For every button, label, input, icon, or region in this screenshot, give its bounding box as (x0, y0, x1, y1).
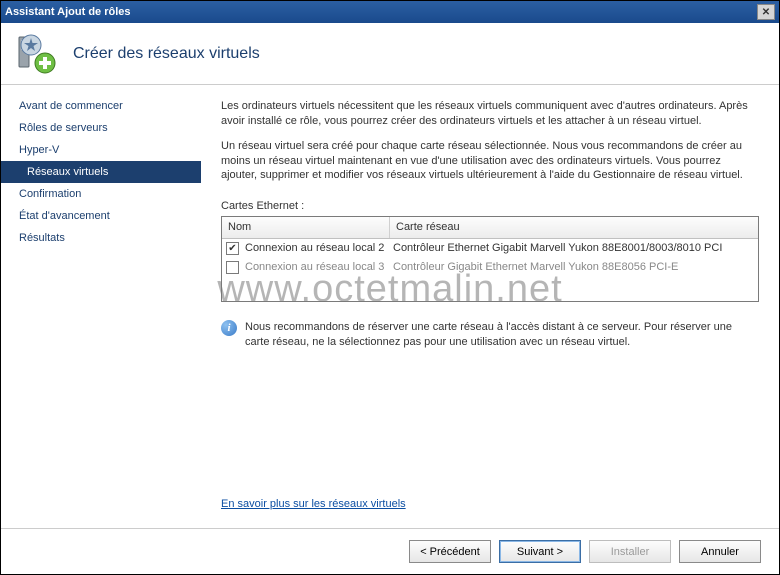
install-button: Installer (589, 540, 671, 563)
info-icon: i (221, 320, 237, 336)
titlebar[interactable]: Assistant Ajout de rôles ✕ (1, 1, 779, 23)
ethernet-cards-label: Cartes Ethernet : (221, 199, 759, 214)
nic-name: Connexion au réseau local 2 (245, 241, 393, 256)
page-title: Créer des réseaux virtuels (73, 45, 260, 63)
wizard-footer: < Précédent Suivant > Installer Annuler (1, 528, 779, 574)
table-row[interactable]: Connexion au réseau local 3 Contrôleur G… (222, 258, 758, 277)
nic-card: Contrôleur Ethernet Gigabit Marvell Yuko… (393, 241, 754, 256)
sidebar-item-server-roles[interactable]: Rôles de serveurs (1, 117, 201, 139)
sidebar-item-virtual-networks[interactable]: Réseaux virtuels (1, 161, 201, 183)
info-note: i Nous recommandons de réserver une cart… (221, 320, 759, 350)
column-header-card[interactable]: Carte réseau (390, 217, 758, 238)
wizard-steps-sidebar: Avant de commencer Rôles de serveurs Hyp… (1, 85, 201, 528)
learn-more-link[interactable]: En savoir plus sur les réseaux virtuels (221, 497, 759, 512)
window-title: Assistant Ajout de rôles (5, 6, 757, 18)
server-role-icon (15, 33, 57, 75)
close-icon: ✕ (762, 7, 770, 18)
wizard-body: Avant de commencer Rôles de serveurs Hyp… (1, 85, 779, 528)
wizard-window: Assistant Ajout de rôles ✕ Créer des rés… (0, 0, 780, 575)
sidebar-item-hyperv[interactable]: Hyper-V (1, 139, 201, 161)
table-row[interactable]: ✔ Connexion au réseau local 2 Contrôleur… (222, 239, 758, 258)
info-text: Nous recommandons de réserver une carte … (245, 320, 759, 350)
checkmark-icon: ✔ (228, 242, 236, 256)
column-header-name[interactable]: Nom (222, 217, 390, 238)
sidebar-item-results[interactable]: Résultats (1, 227, 201, 249)
checkbox-nic-2[interactable] (226, 261, 239, 274)
checkbox-nic-1[interactable]: ✔ (226, 242, 239, 255)
sidebar-item-before-you-begin[interactable]: Avant de commencer (1, 95, 201, 117)
nic-name: Connexion au réseau local 3 (245, 260, 393, 275)
previous-button[interactable]: < Précédent (409, 540, 491, 563)
wizard-header: Créer des réseaux virtuels (1, 23, 779, 85)
close-button[interactable]: ✕ (757, 4, 775, 20)
table-header-row: Nom Carte réseau (222, 217, 758, 239)
next-button[interactable]: Suivant > (499, 540, 581, 563)
ethernet-cards-table: Nom Carte réseau ✔ Connexion au réseau l… (221, 216, 759, 302)
sidebar-item-progress[interactable]: État d'avancement (1, 205, 201, 227)
nic-card: Contrôleur Gigabit Ethernet Marvell Yuko… (393, 260, 754, 275)
description-paragraph-1: Les ordinateurs virtuels nécessitent que… (221, 99, 759, 129)
description-paragraph-2: Un réseau virtuel sera créé pour chaque … (221, 139, 759, 184)
wizard-content: Les ordinateurs virtuels nécessitent que… (201, 85, 779, 528)
cancel-button[interactable]: Annuler (679, 540, 761, 563)
sidebar-item-confirmation[interactable]: Confirmation (1, 183, 201, 205)
